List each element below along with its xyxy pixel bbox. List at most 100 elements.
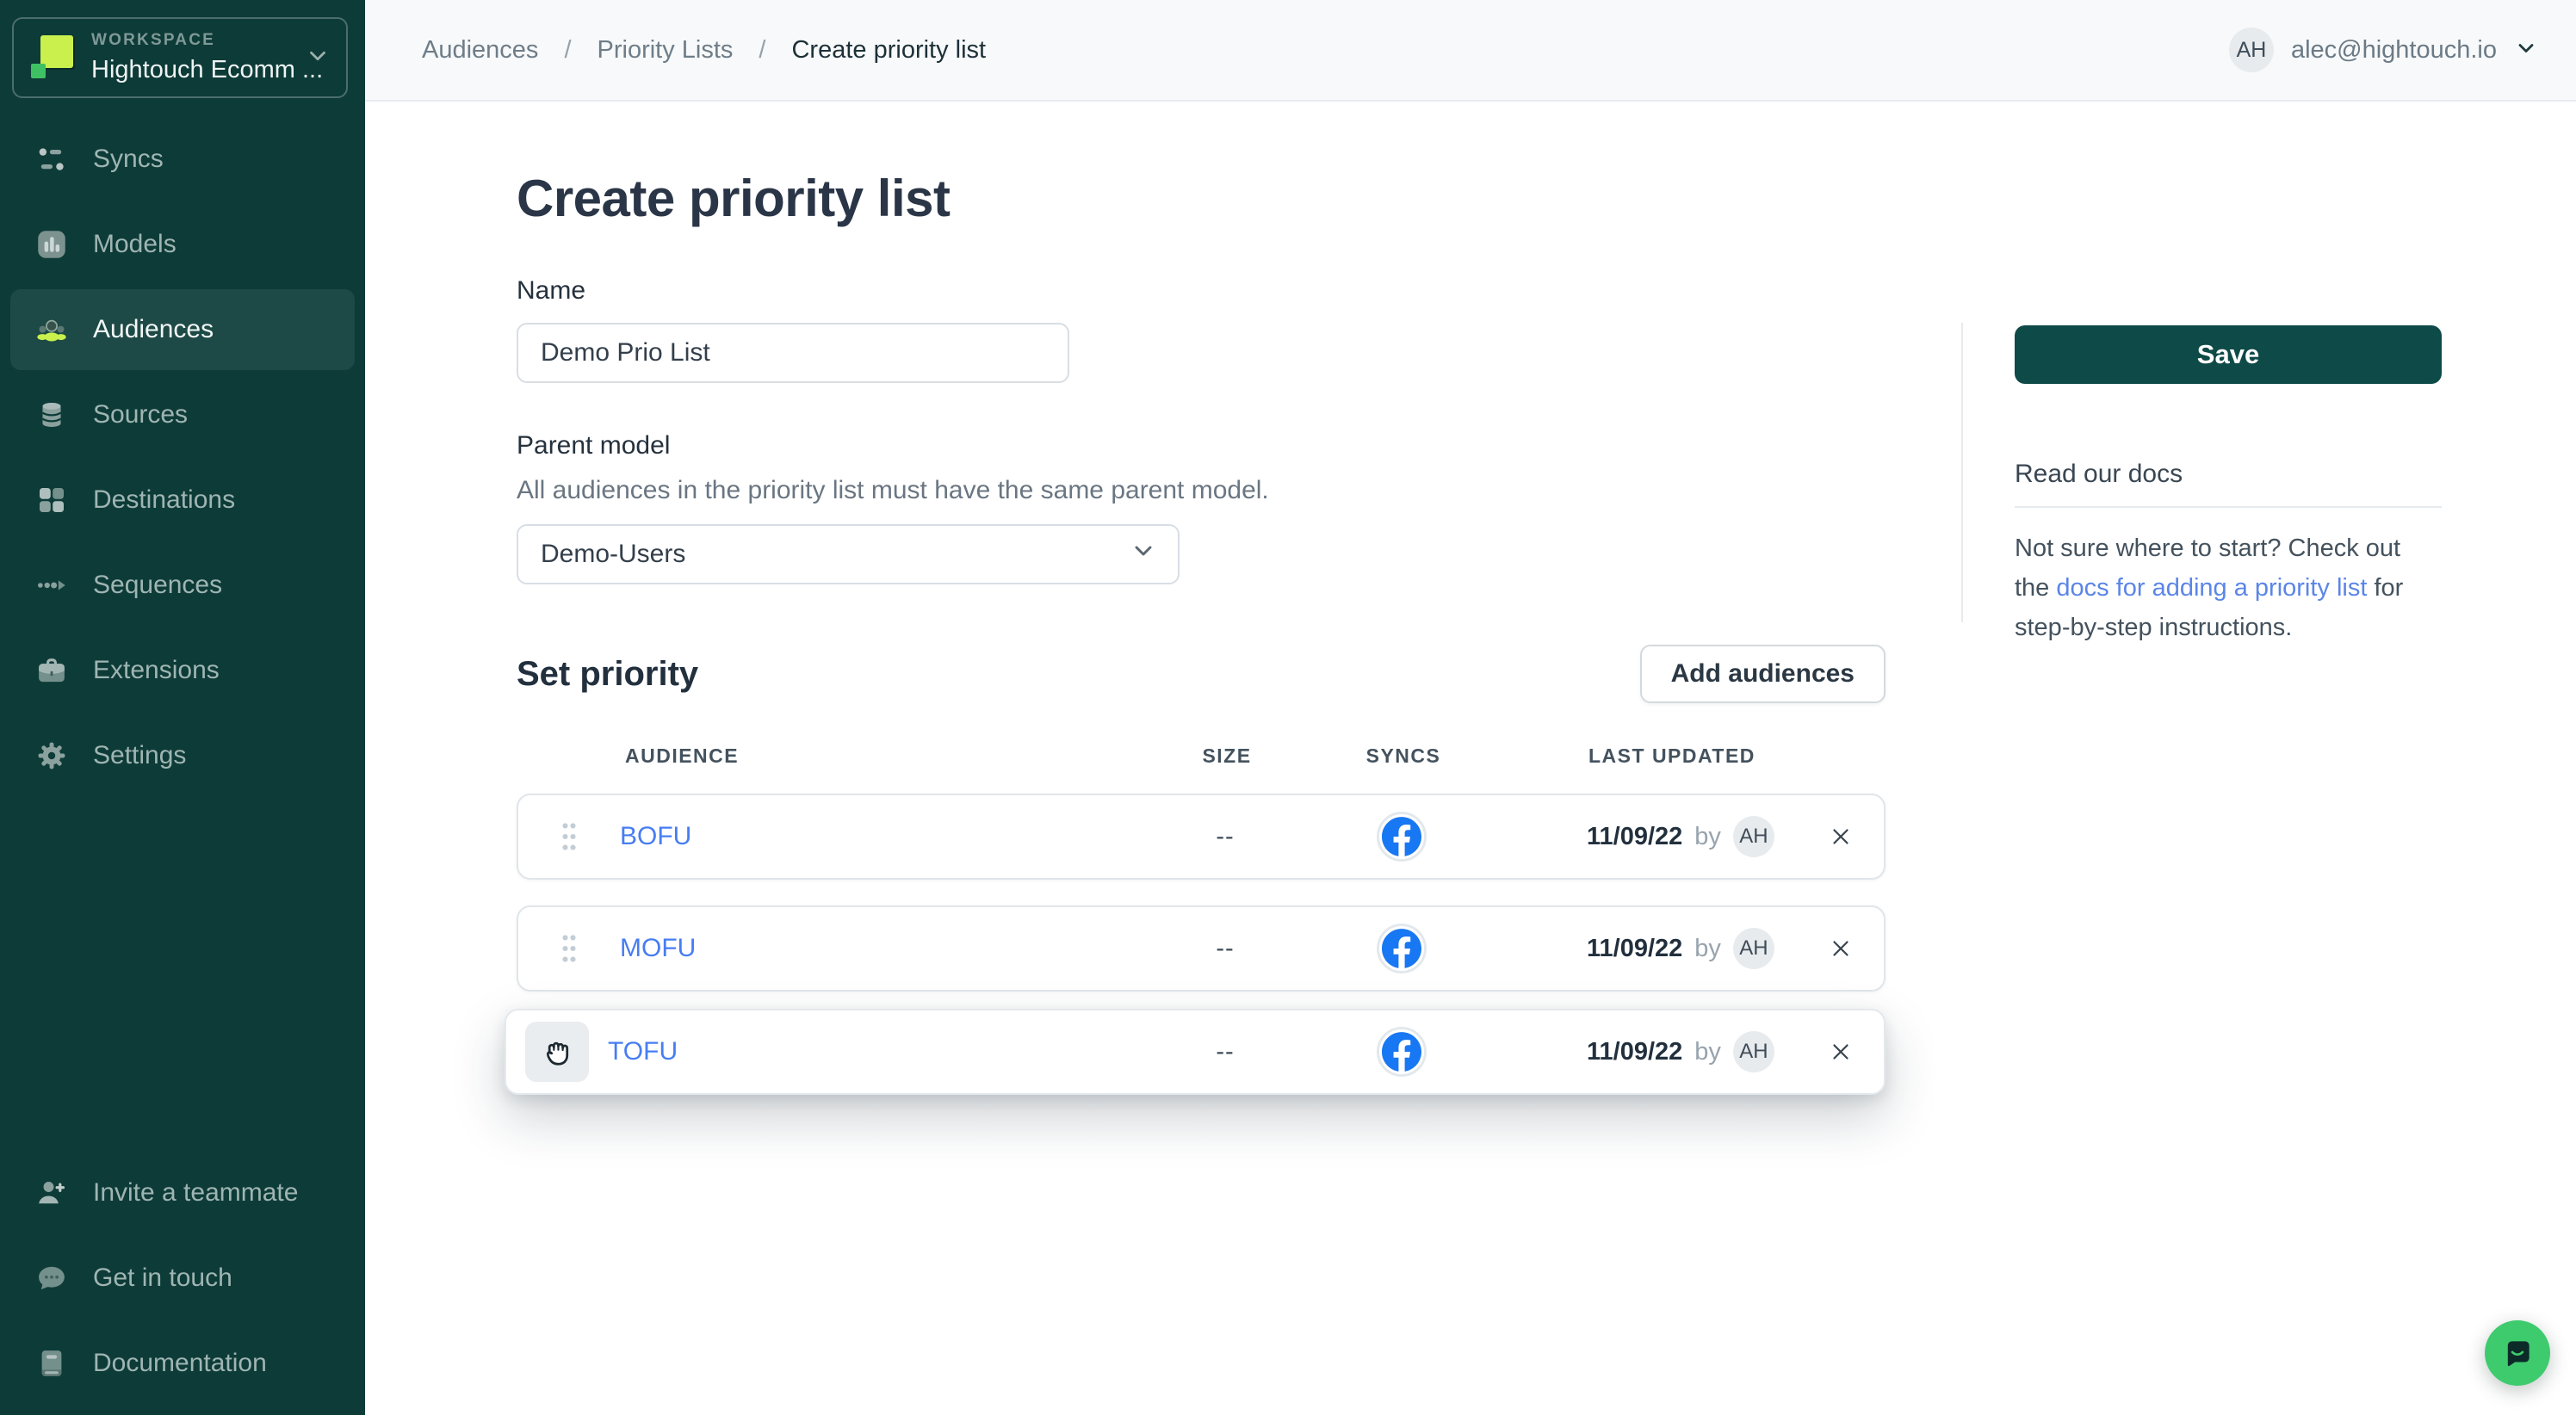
sidebar-nav: Syncs Models Audiences Sources Destinati… (0, 119, 365, 796)
column-header-syncs: SYNCS (1300, 745, 1507, 768)
vertical-divider (1961, 323, 1963, 622)
column-header-size: SIZE (1154, 745, 1300, 768)
updated-by-label: by (1694, 823, 1721, 851)
sidebar-item-documentation[interactable]: Documentation (10, 1323, 355, 1404)
last-updated-date: 11/09/22 (1587, 1038, 1682, 1066)
breadcrumb-current: Create priority list (791, 36, 986, 65)
sidebar-item-extensions[interactable]: Extensions (10, 630, 355, 711)
sidebar-item-label: Settings (93, 741, 186, 770)
audience-link[interactable]: TOFU (608, 1037, 1152, 1066)
workspace-switcher[interactable]: WORKSPACE Hightouch Ecomm ... (12, 17, 348, 98)
updated-by-label: by (1694, 1038, 1721, 1066)
extensions-icon (33, 652, 71, 689)
sources-icon (33, 396, 71, 434)
facebook-icon[interactable] (1377, 924, 1427, 973)
close-icon (1828, 1039, 1854, 1065)
priority-row: MOFU -- 11/09/22 by AH (517, 905, 1886, 992)
invite-teammate-icon (33, 1174, 71, 1212)
close-icon (1828, 824, 1854, 850)
docs-panel: Save Read our docs Not sure where to sta… (2015, 325, 2442, 647)
chevron-down-icon (2514, 36, 2538, 65)
grip-dots-icon (560, 821, 579, 852)
models-icon (33, 226, 71, 263)
column-header-audience: AUDIENCE (618, 745, 1154, 768)
sidebar-item-label: Syncs (93, 145, 164, 174)
sidebar-item-syncs[interactable]: Syncs (10, 119, 355, 200)
remove-row-button[interactable] (1798, 824, 1884, 850)
editor-avatar: AH (1733, 1031, 1774, 1072)
audiences-icon (33, 311, 71, 349)
set-priority-heading: Set priority (517, 655, 698, 694)
size-value: -- (1152, 823, 1298, 851)
horizontal-divider (2015, 506, 2442, 508)
last-updated-date: 11/09/22 (1587, 935, 1682, 963)
parent-model-label: Parent model (517, 431, 1886, 460)
remove-row-button[interactable] (1798, 936, 1884, 961)
close-icon (1828, 936, 1854, 961)
add-audiences-button[interactable]: Add audiences (1640, 645, 1886, 703)
audience-link[interactable]: BOFU (620, 822, 1152, 851)
sequences-icon (33, 566, 71, 604)
parent-model-value: Demo-Users (541, 540, 685, 569)
audience-link[interactable]: MOFU (620, 934, 1152, 963)
facebook-icon[interactable] (1377, 812, 1427, 862)
sidebar-item-label: Sequences (93, 571, 222, 600)
updated-by-label: by (1694, 935, 1721, 963)
top-bar: Audiences / Priority Lists / Create prio… (365, 0, 2576, 102)
sidebar-item-models[interactable]: Models (10, 204, 355, 285)
breadcrumb-audiences[interactable]: Audiences (422, 36, 538, 65)
save-button[interactable]: Save (2015, 325, 2442, 384)
priority-row: BOFU -- 11/09/22 by AH (517, 794, 1886, 880)
sidebar-item-sequences[interactable]: Sequences (10, 545, 355, 626)
user-email: alec@hightouch.io (2291, 36, 2497, 65)
sidebar-item-label: Invite a teammate (93, 1178, 298, 1208)
docs-link[interactable]: docs for adding a priority list (2056, 574, 2367, 602)
destinations-icon (33, 481, 71, 519)
sidebar-item-label: Models (93, 230, 176, 259)
sidebar-item-invite-teammate[interactable]: Invite a teammate (10, 1152, 355, 1233)
page-title: Create priority list (517, 169, 1886, 228)
sidebar: WORKSPACE Hightouch Ecomm ... Syncs Mode… (0, 0, 365, 1415)
chat-bubble-icon (33, 1259, 71, 1297)
breadcrumb-priority-lists[interactable]: Priority Lists (598, 36, 734, 65)
book-icon (33, 1344, 71, 1382)
name-label: Name (517, 276, 1886, 306)
docs-panel-text: Not sure where to start? Check out the d… (2015, 528, 2442, 647)
priority-row-dragging: TOFU -- 11/09/22 by AH (505, 1009, 1886, 1095)
breadcrumb: Audiences / Priority Lists / Create prio… (422, 36, 986, 65)
grip-dots-icon (560, 933, 579, 964)
sidebar-item-get-in-touch[interactable]: Get in touch (10, 1238, 355, 1319)
grab-hand-cursor-icon (538, 1033, 576, 1071)
main-area: Create priority list Name Parent model A… (365, 103, 2576, 1415)
user-menu[interactable]: AH alec@hightouch.io (2229, 28, 2538, 72)
workspace-label: WORKSPACE (91, 31, 289, 50)
intercom-chat-button[interactable] (2485, 1320, 2550, 1386)
sidebar-item-label: Sources (93, 400, 188, 429)
hightouch-logo-icon (29, 34, 76, 81)
remove-row-button[interactable] (1798, 1039, 1884, 1065)
editor-avatar: AH (1733, 928, 1774, 969)
size-value: -- (1152, 935, 1298, 963)
last-updated-date: 11/09/22 (1587, 823, 1682, 851)
name-input[interactable] (517, 323, 1069, 383)
sidebar-item-settings[interactable]: Settings (10, 715, 355, 796)
drag-handle[interactable] (518, 795, 620, 878)
sidebar-item-destinations[interactable]: Destinations (10, 460, 355, 541)
workspace-name: Hightouch Ecomm ... (91, 56, 289, 84)
facebook-icon[interactable] (1377, 1027, 1427, 1077)
chevron-down-icon (1130, 537, 1157, 572)
sidebar-item-audiences[interactable]: Audiences (10, 289, 355, 370)
size-value: -- (1152, 1038, 1298, 1066)
chevron-down-icon (305, 43, 331, 73)
column-header-last-updated: LAST UPDATED (1507, 745, 1799, 768)
sidebar-item-sources[interactable]: Sources (10, 374, 355, 455)
drag-handle-active[interactable] (506, 1010, 608, 1093)
sidebar-item-label: Extensions (93, 656, 220, 685)
parent-model-help: All audiences in the priority list must … (517, 476, 1886, 505)
sidebar-footer: Invite a teammate Get in touch Documenta… (0, 1148, 365, 1408)
sidebar-item-label: Audiences (93, 315, 214, 344)
parent-model-select[interactable]: Demo-Users (517, 524, 1180, 584)
breadcrumb-separator: / (564, 36, 571, 65)
drag-handle[interactable] (518, 907, 620, 990)
docs-panel-heading: Read our docs (2015, 460, 2442, 489)
